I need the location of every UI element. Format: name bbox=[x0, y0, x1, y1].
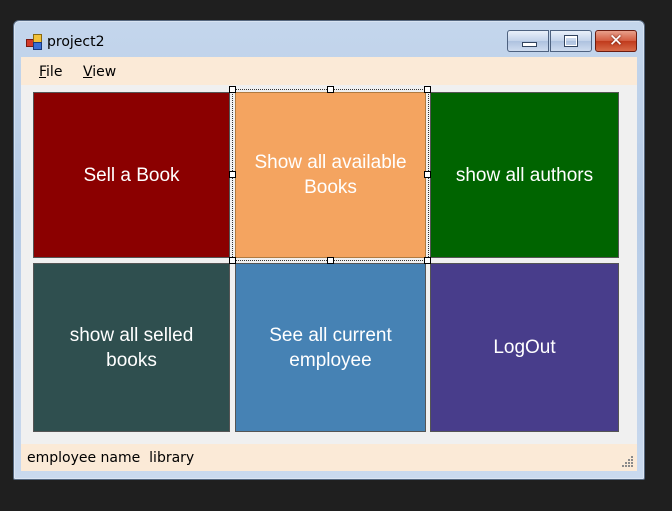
close-button[interactable]: ✕ bbox=[595, 30, 637, 52]
menu-file[interactable]: File bbox=[39, 64, 62, 80]
close-icon: ✕ bbox=[608, 31, 624, 51]
resize-handle-bottom-right[interactable] bbox=[424, 257, 431, 264]
resize-handle-top[interactable] bbox=[327, 86, 334, 93]
app-window: project2 ✕ File View Sell a Book Show al… bbox=[13, 20, 645, 480]
show-authors-label: show all authors bbox=[455, 164, 594, 186]
window-title: project2 bbox=[47, 34, 105, 50]
resize-handle-bottom[interactable] bbox=[327, 257, 334, 264]
show-authors-button[interactable]: show all authors bbox=[430, 92, 619, 258]
maximize-button[interactable] bbox=[550, 30, 592, 52]
logout-label: LogOut bbox=[493, 337, 556, 358]
minimize-button[interactable] bbox=[507, 30, 549, 52]
menu-view[interactable]: View bbox=[83, 64, 116, 80]
sell-book-button[interactable]: Sell a Book bbox=[33, 92, 230, 258]
show-sold-books-label: show all selled books bbox=[69, 324, 194, 371]
resize-grip-icon[interactable] bbox=[622, 456, 634, 468]
show-sold-books-button[interactable]: show all selled books bbox=[33, 263, 230, 432]
menu-bar: File View bbox=[21, 57, 637, 85]
minimize-icon bbox=[522, 42, 537, 47]
sell-book-label: Sell a Book bbox=[83, 164, 180, 186]
resize-handle-top-right[interactable] bbox=[424, 86, 431, 93]
resize-handle-bottom-left[interactable] bbox=[229, 257, 236, 264]
app-icon[interactable] bbox=[26, 34, 42, 50]
title-bar[interactable]: project2 ✕ bbox=[14, 21, 644, 56]
resize-handle-left[interactable] bbox=[229, 171, 236, 178]
status-text: employee name library bbox=[27, 450, 195, 466]
logout-button[interactable]: LogOut bbox=[430, 263, 619, 432]
show-available-books-button[interactable]: Show all available Books bbox=[235, 92, 426, 258]
see-employees-label: See all current employee bbox=[269, 324, 392, 371]
resize-handle-right[interactable] bbox=[424, 171, 431, 178]
resize-handle-top-left[interactable] bbox=[229, 86, 236, 93]
see-employees-button[interactable]: See all current employee bbox=[235, 263, 426, 432]
status-bar: employee name library bbox=[21, 444, 637, 471]
form-client-area: File View Sell a Book Show all available… bbox=[21, 57, 637, 471]
maximize-icon bbox=[564, 35, 578, 47]
show-available-books-label: Show all available Books bbox=[254, 152, 407, 198]
